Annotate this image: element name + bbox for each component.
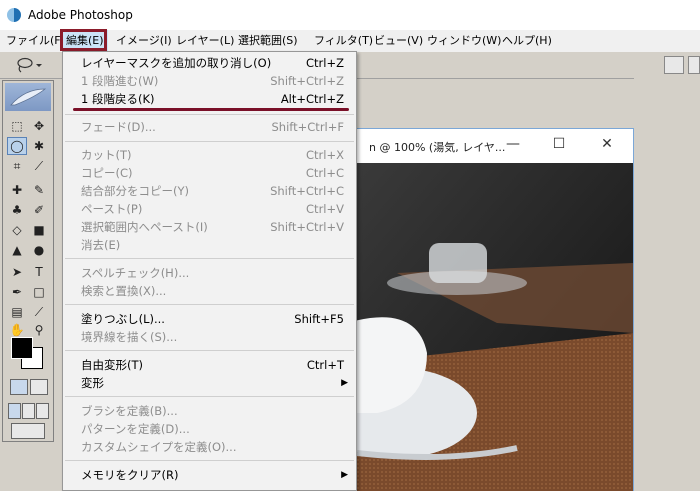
screen-mode-standard-icon[interactable] — [8, 403, 21, 419]
submenu-arrow-icon: ▶ — [341, 470, 348, 480]
menu-separator — [65, 114, 354, 115]
menu-separator — [65, 258, 354, 259]
submenu-arrow-icon: ▶ — [341, 378, 348, 388]
menu-item-free-transform[interactable]: 自由変形(T) Ctrl+T — [63, 356, 356, 374]
document-canvas-photo[interactable] — [357, 163, 633, 491]
photoshop-app-icon — [7, 8, 21, 22]
menu-item-fill[interactable]: 塗りつぶし(L)... Shift+F5 — [63, 310, 356, 328]
magic-wand-icon[interactable]: ✱ — [29, 137, 49, 155]
app-title: Adobe Photoshop — [28, 8, 133, 22]
menu-item-define-pattern[interactable]: パターンを定義(D)... — [63, 420, 356, 438]
quick-mask-mode-icon[interactable] — [30, 379, 48, 395]
menu-item-paste-into[interactable]: 選択範囲内へペースト(I) Shift+Ctrl+V — [63, 218, 356, 236]
document-title: n @ 100% (湯気, レイヤ... — [369, 141, 506, 154]
notes-tool-icon[interactable]: ▤ — [7, 303, 27, 321]
clone-stamp-icon[interactable]: ♣ — [7, 201, 27, 219]
type-tool-icon[interactable]: T — [29, 263, 49, 281]
close-button[interactable]: ✕ — [597, 135, 617, 153]
blur-tool-icon[interactable]: ▲ — [7, 241, 27, 259]
eyedropper-icon[interactable]: ⟋ — [29, 303, 49, 321]
healing-brush-icon[interactable]: ✚ — [7, 181, 27, 199]
menu-item-copy-merged[interactable]: 結合部分をコピー(Y) Shift+Ctrl+C — [63, 182, 356, 200]
brush-tool-icon[interactable]: ✎ — [29, 181, 49, 199]
palette-toggle-icon[interactable] — [688, 56, 700, 74]
title-bar: Adobe Photoshop — [0, 0, 700, 30]
menu-item-copy[interactable]: コピー(C) Ctrl+C — [63, 164, 356, 182]
menu-item-paste[interactable]: ペースト(P) Ctrl+V — [63, 200, 356, 218]
palette-well-icon[interactable] — [664, 56, 684, 74]
menu-item-find-replace[interactable]: 検索と置換(X)... — [63, 282, 356, 300]
maximize-button[interactable]: ☐ — [549, 135, 569, 153]
move-tool-icon[interactable]: ✥ — [29, 117, 49, 135]
history-brush-icon[interactable]: ✐ — [29, 201, 49, 219]
menu-select[interactable]: 選択範囲(S) — [234, 30, 302, 52]
menu-item-stroke[interactable]: 境界線を描く(S)... — [63, 328, 356, 346]
menu-separator — [65, 350, 354, 351]
gradient-tool-icon[interactable]: ■ — [29, 221, 49, 239]
standard-mode-icon[interactable] — [10, 379, 28, 395]
menu-item-define-brush[interactable]: ブラシを定義(B)... — [63, 402, 356, 420]
menu-item-step-backward[interactable]: 1 段階戻る(K) Alt+Ctrl+Z — [63, 90, 356, 108]
lasso-tool-icon[interactable]: ◯ — [7, 137, 27, 155]
toolbox: ⬚ ✥ ◯ ✱ ⌗ ⟋ ✚ ✎ ♣ ✐ ◇ ■ ▲ ● ➤ T ✒ □ ▤ ⟋ … — [2, 80, 54, 442]
minimize-button[interactable]: — — [503, 135, 523, 153]
menu-separator — [65, 396, 354, 397]
menu-file[interactable]: ファイル(F) — [2, 30, 69, 52]
menu-help[interactable]: ヘルプ(H) — [498, 30, 556, 52]
marquee-tool-icon[interactable]: ⬚ — [7, 117, 27, 135]
menu-item-clear[interactable]: 消去(E) — [63, 236, 356, 254]
lasso-preset-icon[interactable] — [14, 56, 44, 74]
menu-window[interactable]: ウィンドウ(W) — [423, 30, 505, 52]
menu-view[interactable]: ビュー(V) — [370, 30, 427, 52]
menu-filter[interactable]: フィルタ(T) — [310, 30, 377, 52]
foreground-color-swatch[interactable] — [11, 337, 33, 359]
slice-tool-icon[interactable]: ⟋ — [29, 157, 49, 175]
menu-item-define-custom-shape[interactable]: カスタムシェイプを定義(O)... — [63, 438, 356, 456]
menu-layer[interactable]: レイヤー(L) — [172, 30, 238, 52]
jump-to-imageready-icon[interactable] — [11, 423, 45, 439]
screen-mode-menu-icon[interactable] — [22, 403, 35, 419]
menu-item-step-forward[interactable]: 1 段階進む(W) Shift+Ctrl+Z — [63, 72, 356, 90]
shape-tool-icon[interactable]: □ — [29, 283, 49, 301]
step-backward-underline — [73, 108, 349, 111]
menu-item-purge[interactable]: メモリをクリア(R) ▶ — [63, 466, 356, 484]
menu-item-spell-check[interactable]: スペルチェック(H)... — [63, 264, 356, 282]
menu-separator — [65, 304, 354, 305]
crop-tool-icon[interactable]: ⌗ — [7, 157, 27, 175]
eraser-tool-icon[interactable]: ◇ — [7, 221, 27, 239]
document-window: n @ 100% (湯気, レイヤ... — ☐ ✕ — [356, 128, 634, 491]
edit-menu-highlight-box — [60, 29, 107, 51]
menu-item-cut[interactable]: カット(T) Ctrl+X — [63, 146, 356, 164]
menu-item-undo[interactable]: レイヤーマスクを追加の取り消し(O) Ctrl+Z — [63, 54, 356, 72]
edit-dropdown-menu: レイヤーマスクを追加の取り消し(O) Ctrl+Z 1 段階進む(W) Shift+… — [62, 51, 357, 491]
dodge-tool-icon[interactable]: ● — [29, 241, 49, 259]
path-select-icon[interactable]: ➤ — [7, 263, 27, 281]
pen-tool-icon[interactable]: ✒ — [7, 283, 27, 301]
feather-logo-icon — [5, 83, 51, 111]
workspace-background — [634, 78, 700, 491]
screen-mode-full-icon[interactable] — [36, 403, 49, 419]
menu-separator — [65, 460, 354, 461]
menu-image[interactable]: イメージ(I) — [112, 30, 176, 52]
menu-item-fade[interactable]: フェード(D)... Shift+Ctrl+F — [63, 118, 356, 136]
menu-separator — [65, 141, 354, 142]
menu-item-transform[interactable]: 変形 ▶ — [63, 374, 356, 392]
